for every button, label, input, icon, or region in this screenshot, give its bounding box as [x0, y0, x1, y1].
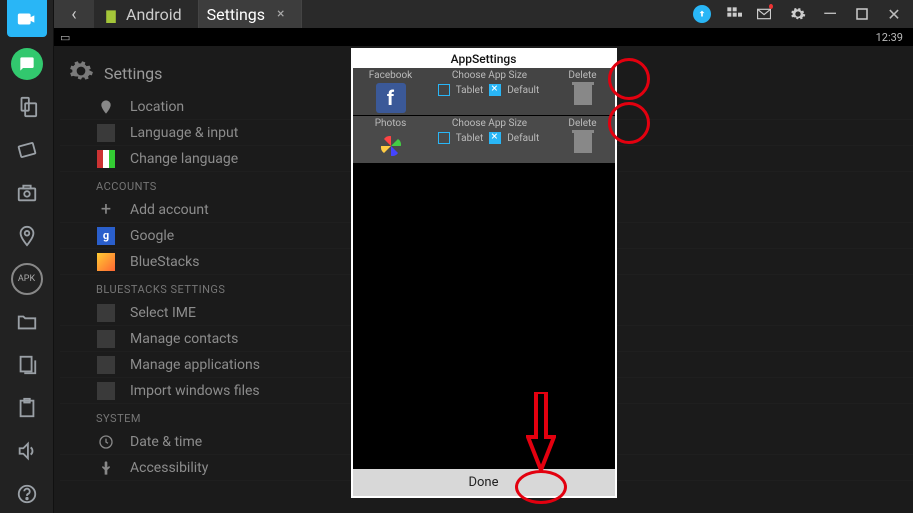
sq-icon: [96, 356, 116, 374]
hand-icon: [96, 460, 116, 476]
dialog-body: Facebook f Choose App Size Tablet Defaul…: [353, 68, 615, 469]
dialog-title: AppSettings: [353, 50, 615, 68]
tablet-label: Tablet: [454, 133, 485, 144]
plus-icon: +: [96, 199, 116, 220]
default-checkbox[interactable]: [489, 84, 501, 96]
gear-icon[interactable]: [789, 6, 807, 22]
close-button[interactable]: ✕: [885, 5, 903, 24]
tablet-label: Tablet: [454, 85, 485, 96]
app-name-label: Photos: [355, 118, 427, 129]
sq-icon: [96, 304, 116, 322]
close-tab-icon[interactable]: ×: [277, 6, 284, 22]
folder-icon[interactable]: [7, 304, 47, 341]
sq-icon: [96, 382, 116, 400]
app-row-photos: Photos Choose App Size Tablet Default: [353, 116, 615, 163]
mail-icon[interactable]: [757, 7, 775, 21]
bluestacks-icon: [96, 253, 116, 271]
tab-label: Settings: [207, 5, 265, 24]
choose-size-label: Choose App Size: [427, 118, 553, 129]
recent-icon: ▭: [60, 31, 70, 44]
upload-icon[interactable]: [693, 5, 711, 23]
camera-icon[interactable]: [7, 174, 47, 211]
emulator-sidebar: APK: [0, 0, 54, 513]
facebook-icon: f: [376, 83, 406, 113]
copy-from-icon[interactable]: [7, 347, 47, 384]
tab-settings[interactable]: Settings ×: [199, 0, 302, 28]
rotate-icon[interactable]: [7, 131, 47, 168]
android-statusbar: ▭ 12:39: [54, 28, 913, 46]
volume-icon[interactable]: [7, 433, 47, 470]
sq-icon: [96, 330, 116, 348]
tab-android[interactable]: Android: [94, 0, 199, 28]
clock-icon: [96, 434, 116, 450]
apk-icon[interactable]: APK: [7, 260, 47, 297]
maximize-button[interactable]: [853, 8, 871, 20]
android-icon: [102, 5, 120, 23]
tab-label: Android: [126, 5, 182, 24]
help-icon[interactable]: [7, 476, 47, 513]
titlebar: ‹ Android Settings × — ✕: [54, 0, 913, 28]
back-button[interactable]: ‹: [54, 0, 94, 28]
google-icon: g: [96, 227, 116, 245]
phone-tab-icon[interactable]: [7, 88, 47, 125]
tablet-checkbox[interactable]: [438, 132, 450, 144]
default-checkbox[interactable]: [489, 132, 501, 144]
paste-icon[interactable]: [7, 390, 47, 427]
grid-icon[interactable]: [725, 6, 743, 22]
delete-button[interactable]: [574, 133, 592, 153]
delete-button[interactable]: [574, 85, 592, 105]
tablet-checkbox[interactable]: [438, 84, 450, 96]
page-title: Settings: [104, 64, 162, 83]
delete-label: Delete: [553, 70, 613, 81]
record-icon[interactable]: [7, 0, 47, 37]
gear-icon: [68, 58, 94, 88]
delete-label: Delete: [553, 118, 613, 129]
minimize-button[interactable]: —: [821, 4, 839, 25]
default-label: Default: [505, 133, 541, 144]
choose-size-label: Choose App Size: [427, 70, 553, 81]
app-row-facebook: Facebook f Choose App Size Tablet Defaul…: [353, 68, 615, 115]
status-time: 12:39: [876, 31, 903, 44]
chat-icon[interactable]: [7, 45, 47, 82]
done-button[interactable]: Done: [353, 469, 615, 496]
flag-icon: [96, 150, 116, 168]
default-label: Default: [505, 85, 541, 96]
app-name-label: Facebook: [355, 70, 427, 81]
photos-icon: [376, 131, 406, 161]
app-settings-dialog: AppSettings Facebook f Choose App Size T…: [351, 48, 617, 498]
location-icon: [96, 99, 116, 115]
sq-icon: [96, 124, 116, 142]
location-icon[interactable]: [7, 217, 47, 254]
